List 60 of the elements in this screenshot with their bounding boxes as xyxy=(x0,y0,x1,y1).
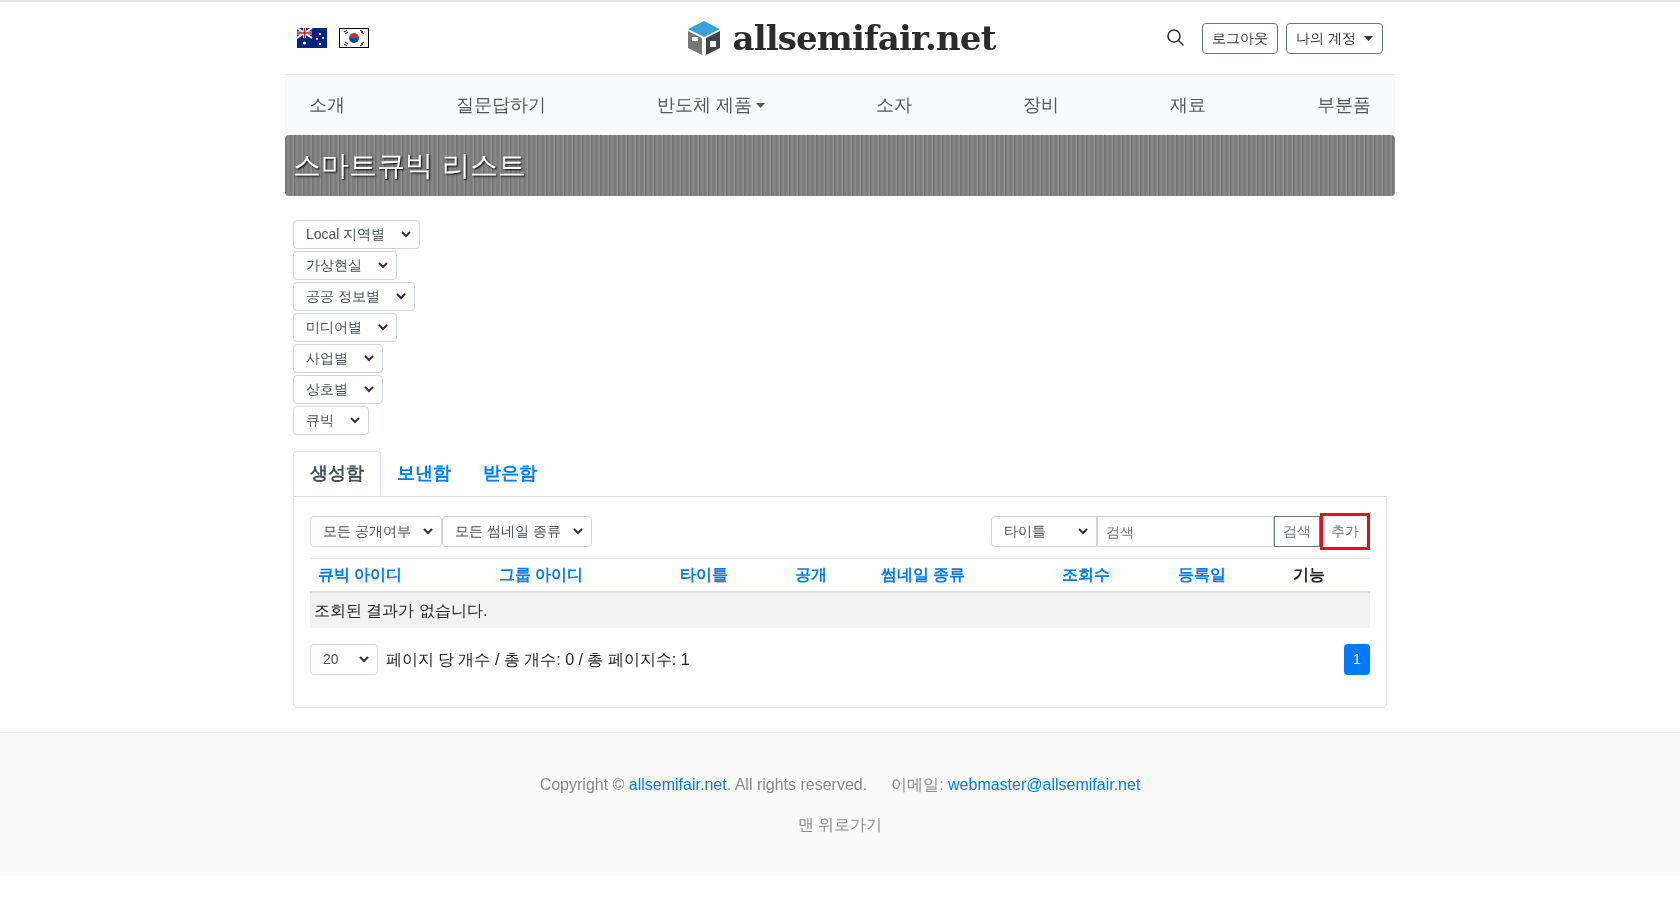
filter-select[interactable]: 가상현실 xyxy=(293,251,397,280)
filter-select[interactable]: 큐빅 xyxy=(293,406,369,435)
chevron-down-icon xyxy=(572,528,583,535)
chevron-down-icon xyxy=(364,386,374,393)
nav-link[interactable]: 부분품 xyxy=(1316,91,1371,119)
sortable-column-header[interactable]: 큐빅 아이디 xyxy=(318,563,403,587)
sortable-column-header[interactable]: 타이틀 xyxy=(680,563,728,587)
tab[interactable]: 받은함 xyxy=(467,451,553,496)
filter-select[interactable]: 모든 공개여부 xyxy=(310,516,442,547)
nav-link[interactable]: 질문답하기 xyxy=(456,91,546,119)
caret-icon xyxy=(756,102,765,108)
sortable-column-header[interactable]: 그룹 아이디 xyxy=(499,563,584,587)
add-button[interactable]: 추가 xyxy=(1320,513,1370,550)
chevron-down-icon xyxy=(350,417,360,424)
site-link[interactable]: allsemifair.net xyxy=(628,776,727,793)
australia-flag-icon[interactable] xyxy=(297,28,327,48)
nav-link[interactable]: 재료 xyxy=(1169,91,1206,119)
back-to-top-link[interactable]: 맨 위로가기 xyxy=(797,813,883,837)
filter-select[interactable]: 공공 정보별 xyxy=(293,282,415,311)
logout-button[interactable]: 로그아웃 xyxy=(1202,22,1279,54)
chevron-down-icon xyxy=(378,262,388,269)
pagination-summary: 페이지 당 개수 / 총 개수: 0 / 총 페이지수: 1 xyxy=(385,649,690,670)
chevron-down-icon xyxy=(364,355,374,362)
search-field-select[interactable]: 타이틀 xyxy=(991,516,1097,547)
copyright-text: Copyright © allsemifair.net. All rights reserved. xyxy=(539,775,868,795)
sortable-column-header[interactable]: 썸네일 종류 xyxy=(881,563,966,587)
chevron-down-icon xyxy=(401,231,412,238)
empty-message: 조회된 결과가 없습니다. xyxy=(314,600,488,621)
korea-flag-icon[interactable] xyxy=(339,28,369,48)
nav-link[interactable]: 소개 xyxy=(309,91,345,119)
email-link[interactable]: webmaster@allsemifair.net xyxy=(948,776,1141,793)
search-input[interactable]: 검색 xyxy=(1097,516,1274,547)
sortable-column-header[interactable]: 공개 xyxy=(795,563,827,587)
page-size-select[interactable]: 20 xyxy=(310,644,378,675)
filter-select[interactable]: 모든 썸네일 종류 xyxy=(441,516,592,547)
search-button[interactable]: 검색 xyxy=(1274,516,1320,547)
chevron-down-icon xyxy=(378,324,388,331)
email-text: 이메일: webmaster@allsemifair.net xyxy=(891,775,1141,795)
column-header: 기능 xyxy=(1293,565,1325,585)
tab[interactable]: 생성함 xyxy=(293,451,381,496)
filter-select[interactable]: 미디어별 xyxy=(293,313,397,342)
banner-title: 스마트큐빅 리스트 xyxy=(293,147,526,184)
search-icon[interactable] xyxy=(1166,28,1187,48)
site-logo-text[interactable]: allsemifair.net xyxy=(732,12,996,64)
sortable-column-header[interactable]: 등록일 xyxy=(1178,563,1226,587)
tab[interactable]: 보낸함 xyxy=(381,451,467,496)
chevron-down-icon xyxy=(1078,528,1088,535)
page-button[interactable]: 1 xyxy=(1344,644,1370,675)
sortable-column-header[interactable]: 조회수 xyxy=(1062,563,1110,587)
filter-select[interactable]: 상호별 xyxy=(293,375,383,404)
chevron-down-icon xyxy=(422,528,433,535)
nav-link[interactable]: 반도체 제품 xyxy=(656,91,765,119)
caret-icon xyxy=(1364,35,1373,41)
chevron-down-icon xyxy=(358,656,369,663)
filter-select[interactable]: Local 지역별 xyxy=(293,220,421,249)
nav-link[interactable]: 소자 xyxy=(875,91,912,119)
account-dropdown-button[interactable]: 나의 계정 xyxy=(1286,22,1383,54)
filter-select[interactable]: 사업별 xyxy=(293,344,383,373)
nav-link[interactable]: 장비 xyxy=(1022,91,1059,119)
chevron-down-icon xyxy=(395,293,406,300)
